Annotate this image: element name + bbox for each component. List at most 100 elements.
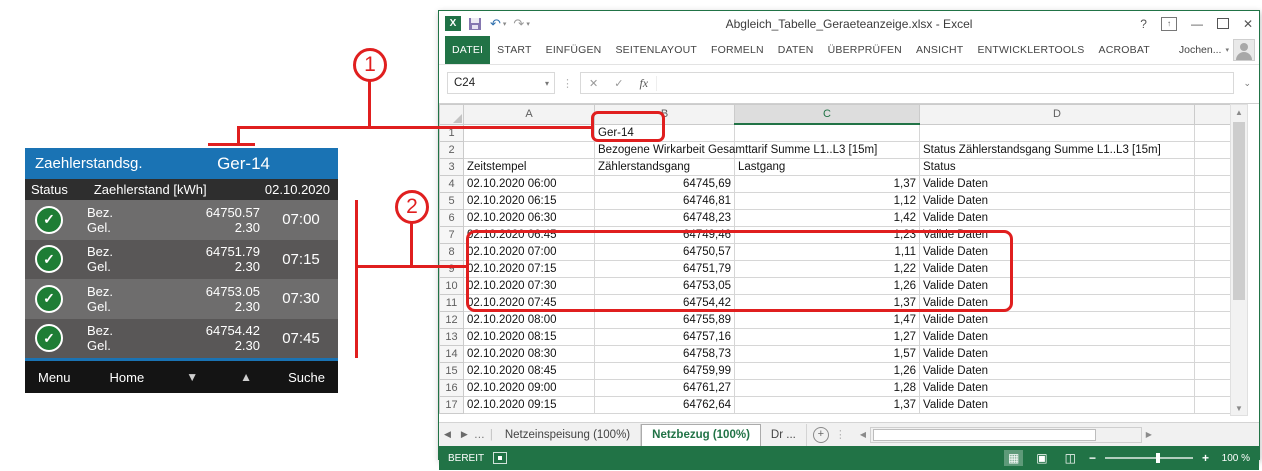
cell-A15[interactable]: 02.10.2020 08:45 [464, 363, 595, 380]
row-header-8[interactable]: 8 [440, 244, 464, 261]
ribbon-display-options-button[interactable]: ↑ [1161, 17, 1177, 31]
cell-C13[interactable]: 1,27 [735, 329, 920, 346]
row-header-3[interactable]: 3 [440, 159, 464, 176]
ribbon-tab-einfuegen[interactable]: EINFÜGEN [539, 36, 609, 64]
row-header-13[interactable]: 13 [440, 329, 464, 346]
insert-function-icon[interactable]: fx [631, 76, 657, 91]
cell-D5[interactable]: Valide Daten [920, 193, 1195, 210]
macro-record-icon[interactable] [493, 452, 507, 464]
previous-sheet-icon[interactable]: ◀ [439, 429, 456, 440]
cell-A3[interactable]: Zeitstempel [464, 159, 595, 176]
cell-B5[interactable]: 64746,81 [595, 193, 735, 210]
cell-E6[interactable] [1195, 210, 1235, 227]
vertical-scrollbar-thumb[interactable] [1233, 122, 1245, 300]
sheet-tab-netzbezug[interactable]: Netzbezug (100%) [641, 424, 761, 446]
cell-D6[interactable]: Valide Daten [920, 210, 1195, 227]
cell-E10[interactable] [1195, 278, 1235, 295]
ribbon-tab-entwicklertools[interactable]: ENTWICKLERTOOLS [970, 36, 1091, 64]
scroll-down-icon[interactable]: ▼ [1231, 401, 1247, 415]
cell-E7[interactable] [1195, 227, 1235, 244]
row-header-17[interactable]: 17 [440, 397, 464, 414]
row-header-2[interactable]: 2 [440, 142, 464, 159]
tab-scroll-splitter[interactable]: ⋮ [835, 428, 846, 441]
cell-B2[interactable]: Bezogene Wirkarbeit Gesamttarif Summe L1… [595, 142, 735, 159]
scroll-up-icon[interactable]: ▲ [1231, 105, 1247, 119]
save-icon[interactable] [469, 18, 481, 30]
zoom-out-icon[interactable]: − [1089, 451, 1096, 465]
cell-E16[interactable] [1195, 380, 1235, 397]
cell-B15[interactable]: 64759,99 [595, 363, 735, 380]
formula-input[interactable] [657, 73, 1233, 93]
row-header-6[interactable]: 6 [440, 210, 464, 227]
cell-E1[interactable] [1195, 124, 1235, 142]
sheet-tab-dr[interactable]: Dr ... [761, 424, 807, 446]
row-header-12[interactable]: 12 [440, 312, 464, 329]
cell-A4[interactable]: 02.10.2020 06:00 [464, 176, 595, 193]
row-header-4[interactable]: 4 [440, 176, 464, 193]
redo-icon[interactable]: ↷ [513, 17, 524, 30]
cell-A5[interactable]: 02.10.2020 06:15 [464, 193, 595, 210]
cell-B4[interactable]: 64745,69 [595, 176, 735, 193]
cell-E17[interactable] [1195, 397, 1235, 414]
cell-A14[interactable]: 02.10.2020 08:30 [464, 346, 595, 363]
cell-E14[interactable] [1195, 346, 1235, 363]
cell-E12[interactable] [1195, 312, 1235, 329]
cell-D4[interactable]: Valide Daten [920, 176, 1195, 193]
row-header-5[interactable]: 5 [440, 193, 464, 210]
search-button[interactable]: Suche [288, 370, 338, 385]
cell-E13[interactable] [1195, 329, 1235, 346]
cell-B6[interactable]: 64748,23 [595, 210, 735, 227]
confirm-entry-icon[interactable]: ✓ [606, 77, 631, 90]
vertical-scrollbar[interactable]: ▲ ▼ [1230, 104, 1248, 416]
ribbon-tab-daten[interactable]: DATEN [771, 36, 821, 64]
cell-D17[interactable]: Valide Daten [920, 397, 1195, 414]
ribbon-tab-formeln[interactable]: FORMELN [704, 36, 771, 64]
ribbon-tab-acrobat[interactable]: ACROBAT [1092, 36, 1157, 64]
cell-E8[interactable] [1195, 244, 1235, 261]
row-header-15[interactable]: 15 [440, 363, 464, 380]
home-button[interactable]: Home [110, 370, 145, 385]
maximize-button[interactable] [1217, 18, 1229, 29]
scroll-left-icon[interactable]: ◀ [856, 430, 870, 439]
close-button[interactable]: ✕ [1243, 17, 1253, 31]
cell-C12[interactable]: 1,47 [735, 312, 920, 329]
expand-formula-bar-icon[interactable]: ⌄ [1241, 78, 1251, 89]
cell-C1[interactable] [735, 124, 920, 142]
row-header-16[interactable]: 16 [440, 380, 464, 397]
cell-C4[interactable]: 1,37 [735, 176, 920, 193]
sheet-tab-netzeinspeisung[interactable]: Netzeinspeisung (100%) [495, 424, 641, 446]
horizontal-scrollbar-track[interactable] [870, 427, 1142, 443]
ribbon-tab-ansicht[interactable]: ANSICHT [909, 36, 971, 64]
cell-C17[interactable]: 1,37 [735, 397, 920, 414]
cell-A6[interactable]: 02.10.2020 06:30 [464, 210, 595, 227]
help-button[interactable]: ? [1140, 17, 1147, 31]
cell-E11[interactable] [1195, 295, 1235, 312]
cell-C14[interactable]: 1,57 [735, 346, 920, 363]
cell-B14[interactable]: 64758,73 [595, 346, 735, 363]
zoom-in-icon[interactable]: + [1202, 451, 1209, 465]
cell-C3[interactable]: Lastgang [735, 159, 920, 176]
cell-E15[interactable] [1195, 363, 1235, 380]
select-all-corner[interactable] [440, 105, 464, 125]
menu-button[interactable]: Menu [25, 370, 71, 385]
cell-D12[interactable]: Valide Daten [920, 312, 1195, 329]
zoom-slider[interactable] [1105, 457, 1193, 459]
ribbon-tab-start[interactable]: START [490, 36, 538, 64]
minimize-button[interactable]: — [1191, 17, 1203, 31]
row-header-10[interactable]: 10 [440, 278, 464, 295]
column-header-A[interactable]: A [464, 105, 595, 125]
row-header-7[interactable]: 7 [440, 227, 464, 244]
cancel-entry-icon[interactable]: ✕ [581, 77, 606, 90]
cell-E2[interactable] [1195, 142, 1235, 159]
account-menu[interactable]: Jochen... ▾ [1179, 36, 1259, 64]
ribbon-tab-seitenlayout[interactable]: SEITENLAYOUT [608, 36, 704, 64]
ribbon-tab-datei[interactable]: DATEI [445, 36, 490, 64]
horizontal-scrollbar-thumb[interactable] [873, 429, 1096, 441]
cell-C15[interactable]: 1,26 [735, 363, 920, 380]
cell-B17[interactable]: 64762,64 [595, 397, 735, 414]
cell-C6[interactable]: 1,42 [735, 210, 920, 227]
next-sheet-icon[interactable]: ▶ [456, 429, 473, 440]
horizontal-scrollbar[interactable]: ◀ ▶ [856, 427, 1156, 443]
zoom-slider-thumb[interactable] [1156, 453, 1160, 463]
cell-E5[interactable] [1195, 193, 1235, 210]
